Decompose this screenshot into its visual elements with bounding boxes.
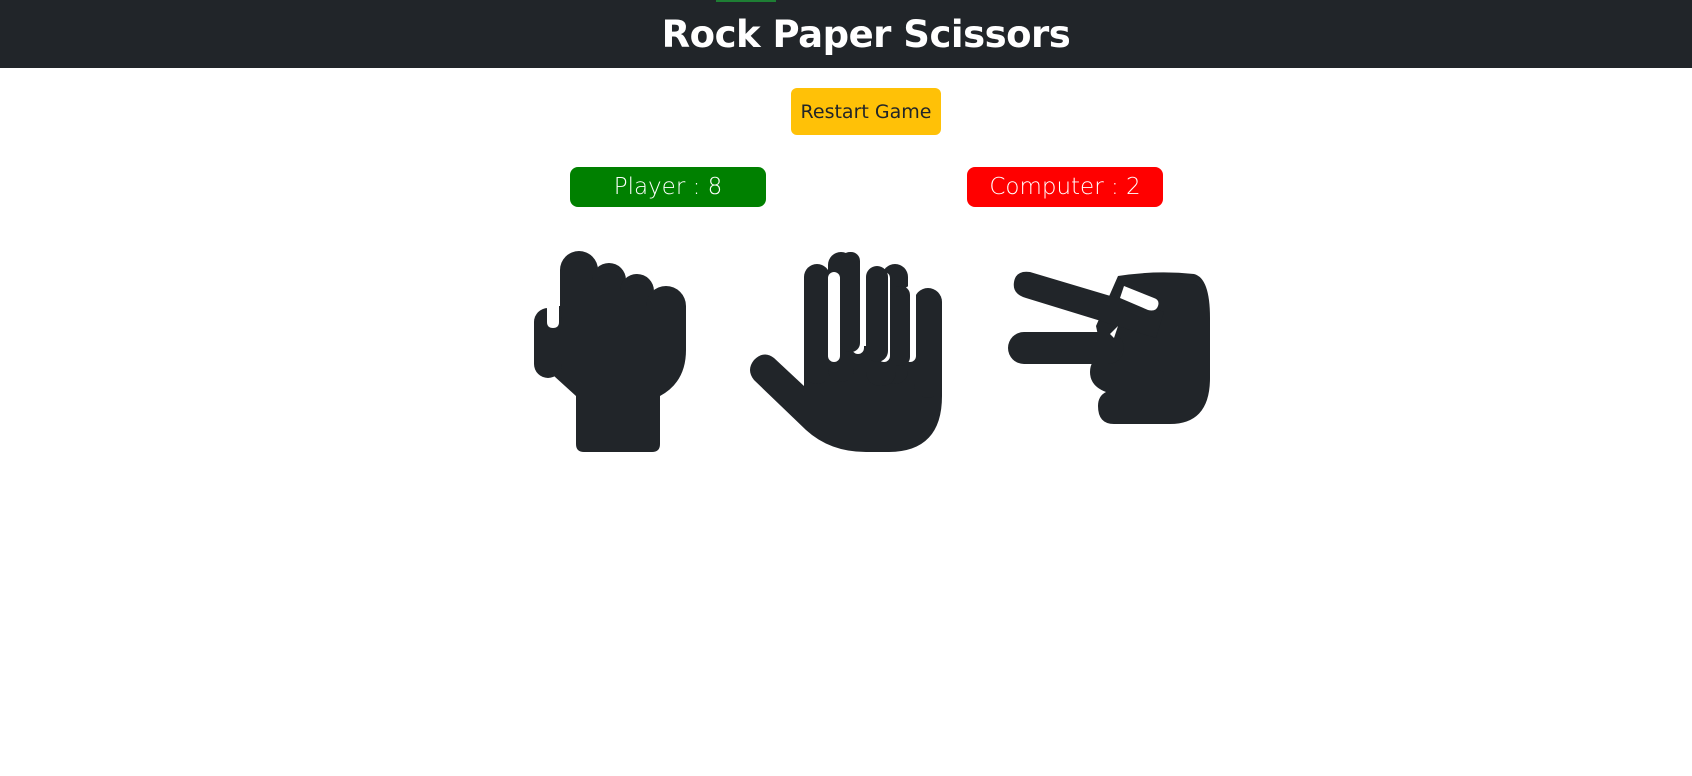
player-score-badge: Player : 8 — [570, 167, 766, 207]
computer-score-badge: Computer : 2 — [967, 167, 1163, 207]
scissors-choice[interactable] — [1006, 246, 1214, 431]
hand-paper-icon — [750, 252, 942, 452]
hand-rock-icon — [534, 251, 686, 452]
rock-choice[interactable] — [534, 246, 694, 454]
hand-scissors-icon — [1008, 271, 1210, 424]
paper-choice[interactable] — [748, 246, 944, 454]
navbar: Rock Paper Scissors — [0, 0, 1692, 68]
restart-game-button[interactable]: Restart Game — [791, 88, 941, 135]
page-title: Rock Paper Scissors — [661, 13, 1071, 56]
